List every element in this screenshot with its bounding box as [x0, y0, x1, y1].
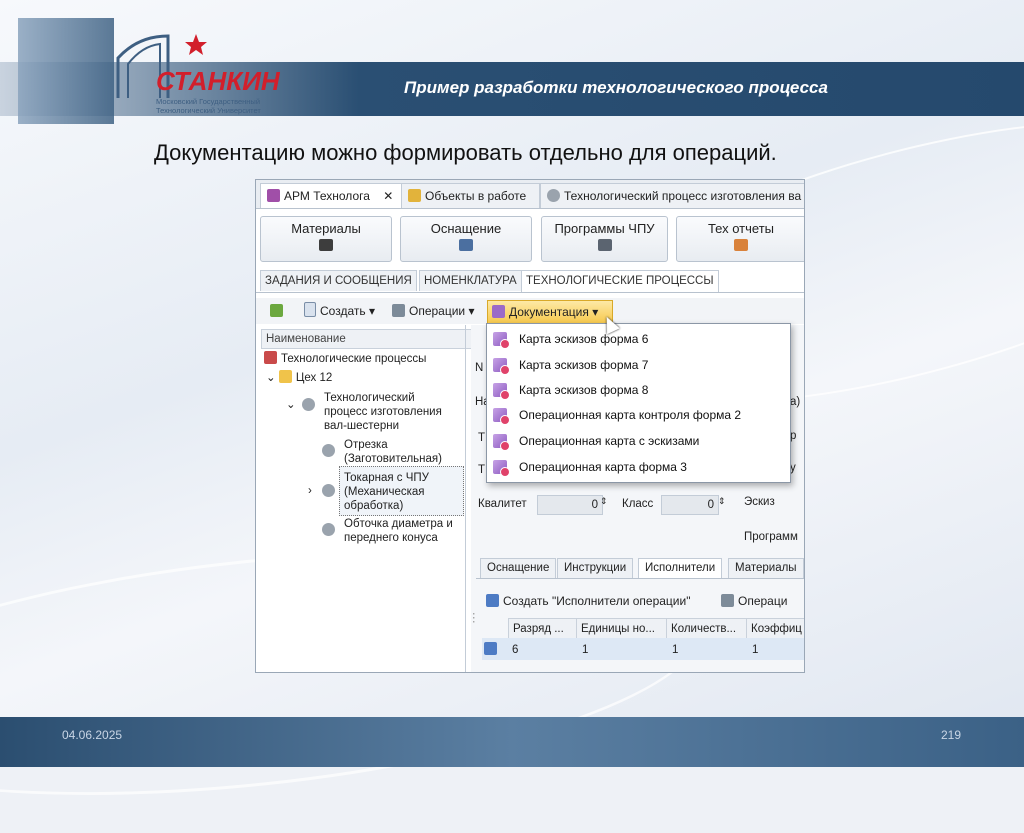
- tab-materials[interactable]: Материалы: [728, 558, 804, 578]
- splitter-dots: ⋮: [468, 612, 480, 624]
- field-label: а): [790, 396, 801, 408]
- cnc-programs-button[interactable]: Программы ЧПУ: [541, 216, 668, 262]
- gear-icon: [302, 398, 315, 411]
- create-button[interactable]: Создать ▾: [304, 302, 375, 320]
- menu-item-control-card-form-2[interactable]: Операционная карта контроля форма 2: [493, 404, 783, 426]
- documentation-menu: Карта эскизов форма 6 Карта эскизов форм…: [486, 323, 791, 483]
- document-form-icon: [493, 408, 510, 425]
- arm-icon: [267, 189, 280, 202]
- field-label: N: [475, 362, 484, 374]
- objects-icon: [408, 189, 421, 202]
- people-icon: [484, 642, 497, 655]
- operations-icon: [392, 304, 405, 317]
- document-form-icon: [493, 332, 510, 349]
- svg-text:Технологический Университет: Технологический Университет: [156, 106, 261, 115]
- eskiz-label: Эскиз: [744, 496, 775, 508]
- tree-column-header[interactable]: Наименование: [261, 329, 472, 349]
- tech-reports-button[interactable]: Тех отчеты: [676, 216, 804, 262]
- documentation-icon: [492, 305, 505, 318]
- grid-column-header[interactable]: Разряд ...: [508, 618, 578, 640]
- document-tabs: АРМ Технолога ✕ Объекты в работе Техноло…: [256, 180, 804, 209]
- equipment-icon: [459, 239, 473, 251]
- grid-column-header[interactable]: Количеств...: [666, 618, 748, 640]
- menu-item-card-form-3[interactable]: Операционная карта форма 3: [493, 456, 783, 478]
- tab-objects-in-work[interactable]: Объекты в работе: [401, 183, 540, 208]
- slide-subtitle: Документацию можно формировать отдельно …: [154, 140, 777, 165]
- tab-tasks-messages[interactable]: ЗАДАНИЯ И СООБЩЕНИЯ: [260, 270, 417, 291]
- tab-tech-processes[interactable]: ТЕХНОЛОГИЧЕСКИЕ ПРОЦЕССЫ: [521, 270, 719, 292]
- stankin-logo: СТАНКИН Московский Государственный Техно…: [116, 34, 281, 115]
- operations-icon: [721, 594, 734, 607]
- tree-process[interactable]: ⌄ Технологический процесс изготовления в…: [286, 392, 442, 433]
- footer-date: 04.06.2025: [62, 728, 123, 742]
- tab-nomenclature[interactable]: НОМЕНКЛАТУРА: [419, 270, 522, 291]
- tab-instructions[interactable]: Инструкции: [557, 558, 634, 578]
- documentation-button[interactable]: Документация ▾: [487, 300, 613, 324]
- cnc-program-icon: [597, 239, 612, 251]
- tab-executors[interactable]: Исполнители: [638, 558, 723, 578]
- operations-button-2[interactable]: Операци: [721, 592, 787, 610]
- svg-text:Московский Государственный: Московский Государственный: [156, 97, 260, 106]
- grid-cell[interactable]: 1: [578, 641, 588, 659]
- operations-button[interactable]: Операции ▾: [392, 302, 475, 320]
- slide-title: Пример разработки технологического проце…: [404, 78, 828, 97]
- bottom-tabs: Оснащение Инструкции Исполнители Материа…: [476, 556, 804, 579]
- create-executors-button[interactable]: Создать "Исполнители операции": [486, 592, 690, 610]
- kvalitet-label: Квалитет: [478, 498, 527, 510]
- svg-text:СТАНКИН: СТАНКИН: [156, 66, 281, 96]
- people-icon: [486, 594, 499, 607]
- menu-item-sketch-form-8[interactable]: Карта эскизов форма 8: [493, 379, 783, 401]
- gears-icon: [322, 444, 335, 457]
- menu-item-sketch-form-7[interactable]: Карта эскизов форма 7: [493, 354, 783, 376]
- chevron-down-icon[interactable]: ⌄: [266, 372, 276, 384]
- tree-operation-cnc-turning[interactable]: › Токарная с ЧПУ (Механическая обработка): [308, 471, 429, 513]
- programma-label: Программ: [744, 531, 798, 543]
- spin-arrows-icon[interactable]: ⇕: [718, 496, 726, 507]
- logo-building-image: [18, 18, 114, 124]
- spin-arrows-icon[interactable]: ⇕: [600, 496, 608, 507]
- chevron-right-icon[interactable]: ›: [308, 484, 312, 498]
- document-icon: [304, 302, 316, 317]
- field-label: Т: [478, 464, 486, 476]
- tab-arm-technologist[interactable]: АРМ Технолога ✕: [260, 183, 402, 208]
- grid-column-header[interactable]: Коэффиц: [746, 618, 804, 640]
- refresh-icon: [270, 304, 283, 317]
- materials-button[interactable]: Материалы: [260, 216, 392, 262]
- tree-workshop[interactable]: ⌄ Цех 12: [266, 370, 332, 385]
- tab-tech-process[interactable]: Технологический процесс изготовления ва: [540, 183, 804, 208]
- menu-item-card-with-sketches[interactable]: Операционная карта с эскизами: [493, 430, 783, 452]
- document-form-icon: [493, 434, 510, 451]
- footer-band: [0, 717, 1024, 767]
- materials-icon: [319, 239, 333, 251]
- field-label: Т: [478, 432, 486, 444]
- grid-cell[interactable]: 1: [668, 641, 678, 659]
- gears-icon: [322, 523, 335, 536]
- tools-icon: [264, 351, 277, 364]
- tree-operation-cutting[interactable]: Отрезка (Заготовительная): [322, 438, 442, 466]
- klass-input[interactable]: 0: [661, 495, 719, 515]
- menu-item-sketch-form-6[interactable]: Карта эскизов форма 6: [493, 328, 783, 350]
- klass-label: Класс: [622, 498, 654, 510]
- reports-icon: [734, 239, 748, 251]
- refresh-button[interactable]: [270, 302, 287, 320]
- grid-column-header[interactable]: Единицы но...: [576, 618, 668, 640]
- folder-icon: [278, 370, 292, 383]
- document-form-icon: [493, 358, 510, 375]
- section-tabs: ЗАДАНИЯ И СООБЩЕНИЯ НОМЕНКЛАТУРА ТЕХНОЛО…: [256, 268, 804, 293]
- tree-root[interactable]: Технологические процессы: [264, 351, 426, 366]
- kvalitet-input[interactable]: 0: [537, 495, 603, 515]
- footer-page-number: 219: [941, 728, 962, 742]
- grid-cell[interactable]: 1: [748, 641, 758, 659]
- grid-cell[interactable]: 6: [508, 641, 518, 659]
- gears-icon: [322, 484, 335, 497]
- equipment-button[interactable]: Оснащение: [400, 216, 532, 262]
- panel-splitter[interactable]: [465, 325, 466, 672]
- document-form-icon: [493, 460, 510, 477]
- tree-operation-turning-diameter[interactable]: Обточка диаметра и переднего конуса: [322, 517, 453, 545]
- document-form-icon: [493, 383, 510, 400]
- gear-icon: [547, 189, 560, 202]
- close-icon[interactable]: ✕: [383, 189, 393, 203]
- tab-equipment[interactable]: Оснащение: [480, 558, 557, 578]
- chevron-down-icon[interactable]: ⌄: [286, 398, 296, 412]
